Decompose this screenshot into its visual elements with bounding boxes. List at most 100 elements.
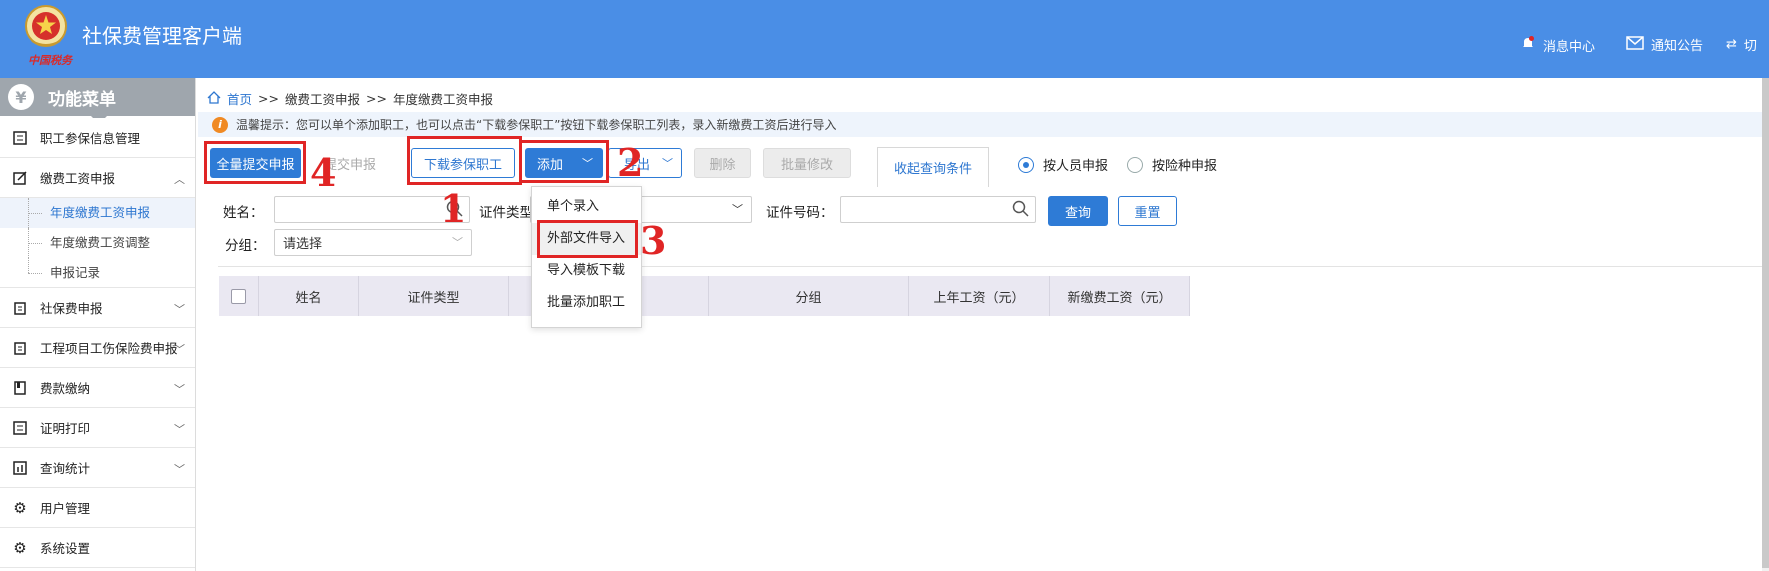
sidebar-item-label: 查询统计 — [40, 461, 91, 476]
message-center-label: 消息中心 — [1543, 39, 1596, 55]
gear-icon: ⚙ — [13, 538, 27, 557]
gear-icon: ⚙ — [13, 498, 27, 517]
reset-button[interactable]: 重置 — [1118, 196, 1177, 226]
radio-by-person-label: 按人员申报 — [1043, 159, 1109, 174]
name-label: 姓名： — [223, 205, 264, 221]
delete-button[interactable]: 删除 — [694, 148, 751, 178]
sidebar-subitem-annual-adjust[interactable]: 年度缴费工资调整 — [0, 228, 195, 258]
sub-item-label: 年度缴费工资调整 — [50, 235, 151, 250]
column-header[interactable]: 姓名 — [259, 276, 359, 316]
radio-checked-icon — [1018, 156, 1034, 173]
table-header: 姓名 证件类型 分组 上年工资（元） 新缴费工资（元） — [219, 276, 1190, 316]
radio-unchecked-icon — [1127, 156, 1143, 173]
list-icon — [12, 130, 28, 146]
sidebar-item-wage-declare[interactable]: 缴费工资申报 ︿ — [0, 158, 195, 198]
sidebar: ¥ 功能菜单 职工参保信息管理 缴费工资申报 ︿ 年度缴费工资申报 年度缴费工资… — [0, 78, 196, 571]
radio-by-insurance-label: 按险种申报 — [1152, 159, 1218, 174]
radio-by-person[interactable]: 按人员申报 — [1018, 155, 1108, 174]
batch-edit-button[interactable]: 批量修改 — [763, 148, 851, 178]
info-icon: i — [212, 116, 228, 133]
sidebar-item-label: 缴费工资申报 — [40, 171, 116, 186]
search-icon[interactable] — [1012, 200, 1029, 221]
scrollbar-thumb[interactable] — [1762, 78, 1769, 568]
annotation-box-1 — [407, 136, 522, 185]
switch-link[interactable]: ⇄ 切 — [1726, 35, 1757, 54]
search-divider — [218, 266, 1769, 267]
vertical-scrollbar[interactable] — [1762, 78, 1769, 571]
edit-icon — [12, 170, 28, 186]
annotation-box-3 — [537, 220, 638, 258]
notice-link[interactable]: 通知公告 — [1626, 35, 1703, 54]
sidebar-item-project-injury[interactable]: 工程项目工伤保险费申报 ﹀ — [0, 328, 195, 368]
sidebar-subitem-annual-declare[interactable]: 年度缴费工资申报 — [0, 198, 195, 228]
clipboard-icon — [12, 340, 28, 356]
menu-item-batch-add[interactable]: 批量添加职工 — [532, 287, 641, 319]
sidebar-item-social-fee[interactable]: 社保费申报 ﹀ — [0, 288, 195, 328]
clipboard-icon — [12, 300, 28, 316]
message-center-link[interactable]: 消息中心 — [1520, 35, 1595, 55]
id-type-label: 证件类型 — [479, 205, 533, 221]
envelope-icon — [1626, 35, 1644, 54]
list-icon — [12, 420, 28, 436]
tip-text: 温馨提示：您可以单个添加职工，也可以点击“下载参保职工”按钮下载参保职工列表，录… — [236, 118, 837, 132]
menu-title: 功能菜单 — [48, 89, 116, 110]
radio-by-insurance[interactable]: 按险种申报 — [1127, 155, 1217, 174]
sidebar-item-label: 证明打印 — [40, 421, 91, 436]
annotation-box-4 — [204, 141, 306, 184]
chevron-down-icon: ﹀ — [732, 203, 743, 216]
breadcrumb: 首页 >> 缴费工资申报 >> 年度缴费工资申报 — [207, 89, 493, 108]
sub-item-label: 申报记录 — [50, 265, 101, 280]
sidebar-item-user-manage[interactable]: ⚙ 用户管理 — [0, 488, 195, 528]
column-header[interactable]: 新缴费工资（元） — [1050, 276, 1190, 316]
query-button[interactable]: 查询 — [1048, 196, 1108, 226]
column-header[interactable]: 证件类型 — [359, 276, 509, 316]
sidebar-item-label: 系统设置 — [40, 541, 91, 556]
message-bell-icon — [1520, 35, 1536, 55]
breadcrumb-home[interactable]: 首页 — [227, 89, 252, 108]
chevron-down-icon: ﹀ — [174, 423, 185, 436]
group-select-value: 请选择 — [283, 237, 323, 252]
breadcrumb-sep: >> — [258, 91, 279, 106]
app-header: 中国税务 社保费管理客户端 消息中心 通知公告 ⇄ 切 — [0, 0, 1769, 78]
book-icon — [12, 380, 28, 396]
id-no-label: 证件号码： — [766, 205, 834, 221]
sidebar-item-payment[interactable]: 费款缴纳 ﹀ — [0, 368, 195, 408]
notice-label: 通知公告 — [1651, 39, 1704, 54]
group-label: 分组： — [225, 238, 266, 254]
group-select[interactable]: 请选择 ﹀ — [274, 229, 472, 256]
annotation-number-3: 3 — [640, 218, 667, 263]
breadcrumb-sep: >> — [365, 91, 387, 106]
logo-text: 中国税务 — [28, 54, 72, 67]
column-header[interactable]: 分组 — [709, 276, 909, 316]
sidebar-item-label: 费款缴纳 — [40, 381, 91, 396]
menu-item-template-download[interactable]: 导入模板下载 — [532, 255, 641, 287]
sidebar-item-cert-print[interactable]: 证明打印 ﹀ — [0, 408, 195, 448]
chevron-down-icon: ﹀ — [452, 236, 463, 249]
annotation-number-4: 4 — [310, 150, 337, 195]
sidebar-item-label: 职工参保信息管理 — [40, 131, 141, 146]
sidebar-item-label: 社保费申报 — [40, 301, 103, 316]
annotation-number-1: 1 — [440, 186, 467, 231]
chevron-down-icon: ﹀ — [662, 157, 673, 170]
sidebar-item-query-stats[interactable]: 查询统计 ﹀ — [0, 448, 195, 488]
chevron-down-icon: ﹀ — [174, 383, 185, 396]
switch-arrows-icon: ⇄ — [1726, 37, 1737, 52]
chevron-down-icon: ﹀ — [174, 303, 185, 316]
menu-item-single-entry[interactable]: 单个录入 — [532, 191, 641, 223]
tip-bar: i 温馨提示：您可以单个添加职工，也可以点击“下载参保职工”按钮下载参保职工列表… — [198, 112, 1769, 137]
sidebar-item-settings[interactable]: ⚙ 系统设置 — [0, 528, 195, 568]
select-all-checkbox[interactable] — [231, 288, 246, 304]
annotation-number-2: 2 — [617, 140, 644, 185]
sidebar-item-label: 工程项目工伤保险费申报 — [40, 341, 178, 356]
fold-query-tab[interactable]: 收起查询条件 — [877, 147, 989, 187]
breadcrumb-level1[interactable]: 缴费工资申报 — [285, 89, 360, 108]
chevron-up-icon: ︿ — [174, 173, 185, 186]
sidebar-item-employee-info[interactable]: 职工参保信息管理 — [0, 118, 195, 158]
chart-icon — [12, 460, 28, 476]
sidebar-subitem-records[interactable]: 申报记录 — [0, 258, 195, 288]
yen-icon: ¥ — [8, 84, 34, 110]
id-no-input[interactable] — [840, 196, 1036, 223]
chevron-down-icon: ﹀ — [174, 463, 185, 476]
column-header[interactable]: 上年工资（元） — [909, 276, 1050, 316]
select-all-cell — [219, 276, 259, 316]
